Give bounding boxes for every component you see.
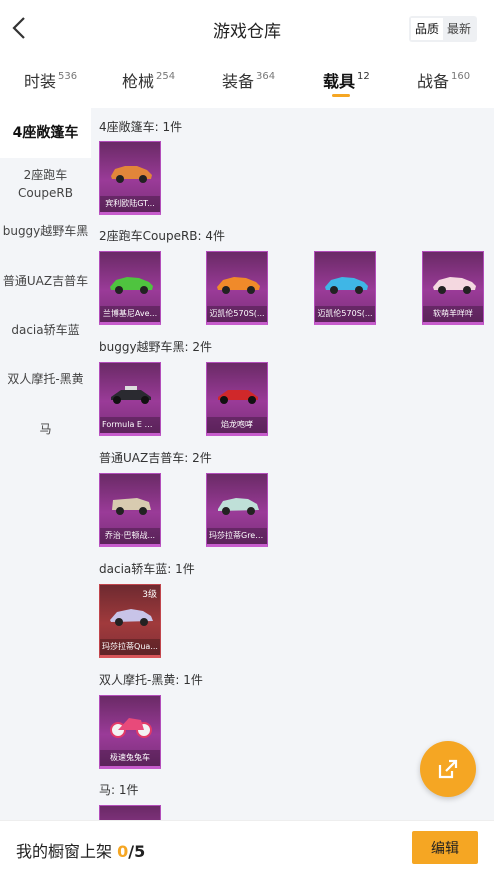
vehicle-name: 极速兔兔车 [100,750,160,766]
showcase-bar: 我的橱窗上架 0/5 编辑 [0,820,494,875]
car-icon [218,498,259,515]
sidebar-item-dacia[interactable]: dacia轿车蓝 [0,321,91,339]
vehicle-card[interactable]: 迈凯伦570S(... [314,251,376,325]
section-title: 普通UAZ吉普车: 2件 [99,451,212,465]
tab-label: 载具 [323,72,356,91]
vehicle-name: 宾利欧陆GT... [100,196,160,212]
tab-supplies[interactable]: 战备 160 [417,68,470,102]
motorcycle-icon [110,718,152,738]
vehicle-name: 迈凯伦570S(... [207,306,267,322]
vehicle-name: 迈凯伦570S(... [315,306,375,322]
section-title: 双人摩托-黑黄: 1件 [99,673,203,687]
vehicle-name: 玛莎拉蒂Grec... [207,528,267,544]
car-icon [110,277,153,294]
tab-label: 装备 [222,72,255,91]
sidebar-item-motorcycle[interactable]: 双人摩托-黑黄 [0,370,91,388]
category-tabs: 时装 536 枪械 254 装备 364 载具 12 战备 160 [0,58,494,108]
showcase-label: 我的橱窗上架 [16,842,113,861]
header: 游戏仓库 品质 最新 [0,0,494,58]
tab-fashion[interactable]: 时装 536 [24,68,77,102]
vehicle-type-sidebar: 4座敞篷车 2座跑车 CoupeRB buggy越野车黑 普通UAZ吉普车 da… [0,108,91,820]
vehicle-name: 焰龙咆哮 [207,417,267,433]
sidebar-item-uaz[interactable]: 普通UAZ吉普车 [0,272,91,290]
edit-button[interactable]: 编辑 [412,831,478,864]
section-title: 4座敞篷车: 1件 [99,120,183,134]
vehicle-name: Formula E Ge... [100,417,160,433]
vehicle-card[interactable]: Formula E Ge... [99,362,161,436]
tab-count: 160 [451,71,471,82]
sort-quality-button[interactable]: 品质 [410,18,443,40]
vehicle-level-badge: 3级 [142,590,157,600]
tab-weapons[interactable]: 枪械 254 [122,68,175,102]
tab-count: 254 [156,71,176,82]
tab-equipment[interactable]: 装备 364 [222,68,275,102]
sidebar-item-coupe[interactable]: 2座跑车 CoupeRB [0,166,91,202]
vehicle-card[interactable]: 乔治·巴顿战... [99,473,161,547]
section-title: dacia轿车蓝: 1件 [99,562,195,576]
car-icon [111,166,152,183]
share-button[interactable] [420,741,476,797]
car-icon [217,277,260,294]
share-icon [438,759,458,779]
car-icon [218,390,258,404]
vehicle-name: 乔治·巴顿战... [100,528,160,544]
vehicle-card[interactable]: 焰龙咆哮 [206,362,268,436]
tab-count: 364 [256,71,276,82]
tab-count: 536 [58,71,78,82]
car-icon [112,498,151,515]
showcase-status: 我的橱窗上架 0/5 [16,838,145,862]
vehicle-card[interactable]: 兰博基尼Ave... [99,251,161,325]
tab-vehicles[interactable]: 载具 12 [323,68,370,102]
vehicle-card[interactable]: 极速兔兔车 [99,695,161,769]
sidebar-item-buggy[interactable]: buggy越野车黑 [0,222,91,240]
tab-label: 战备 [417,72,450,91]
tab-count: 12 [357,71,370,82]
tab-label: 枪械 [122,72,155,91]
car-icon [433,277,476,294]
vehicle-card[interactable] [99,805,161,820]
tab-label: 时装 [24,72,57,91]
vehicle-card[interactable]: 3级 玛莎拉蒂Qua... [99,584,161,658]
vehicle-card[interactable]: 迈凯伦570S(... [206,251,268,325]
active-tab-indicator [332,94,350,97]
sidebar-item-convertible[interactable]: 4座敞篷车 [0,108,91,158]
vehicle-name: 兰博基尼Ave... [100,306,160,322]
showcase-total: /5 [128,842,146,861]
vehicle-card[interactable]: 宾利欧陆GT... [99,141,161,215]
sort-toggle[interactable]: 品质 最新 [408,16,477,42]
section-title: 2座跑车CoupeRB: 4件 [99,229,226,243]
vehicle-list[interactable]: 4座敞篷车: 1件 宾利欧陆GT... 2座跑车CoupeRB: 4件 兰博基尼… [91,108,494,820]
vehicle-card[interactable]: 玛莎拉蒂Grec... [206,473,268,547]
sidebar-item-horse[interactable]: 马 [0,420,91,438]
car-icon [110,609,153,626]
section-title: buggy越野车黑: 2件 [99,340,213,354]
section-title: 马: 1件 [99,783,139,797]
vehicle-name: 玛莎拉蒂Qua... [100,639,160,655]
sort-newest-button[interactable]: 最新 [443,18,475,40]
car-icon [111,386,151,404]
vehicle-card[interactable]: 软萌羊咩咩 [422,251,484,325]
vehicle-name: 软萌羊咩咩 [423,306,483,322]
car-icon [325,277,368,294]
showcase-count: 0 [117,842,129,861]
